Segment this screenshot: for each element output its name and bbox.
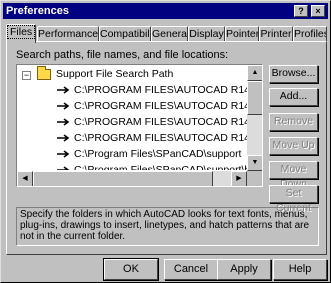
description-text: Specify the folders in which AutoCAD loo… <box>16 207 319 246</box>
close-title-button[interactable]: × <box>311 5 325 17</box>
arrow-right-icon <box>57 118 70 126</box>
tree-root-row[interactable]: − Support File Search Path <box>18 66 247 82</box>
tab-printer[interactable]: Printer <box>259 26 293 42</box>
set-current-button[interactable]: Set Current <box>269 185 318 214</box>
tree-content: − Support File Search Path C:\PROGRAM FI… <box>18 66 247 170</box>
help-title-button[interactable]: ? <box>294 5 308 17</box>
folder-icon <box>37 66 51 80</box>
arrow-right-icon <box>57 150 70 158</box>
tree-path-row[interactable]: C:\Program Files\SPanCAD\support <box>18 146 247 162</box>
scroll-left-icon[interactable]: ◀ <box>17 171 33 186</box>
tab-performance[interactable]: Performance <box>37 26 99 42</box>
help-button[interactable]: Help <box>273 259 327 280</box>
horizontal-scroll-thumb[interactable] <box>33 171 213 186</box>
tree-path-label: C:\PROGRAM FILES\AUTOCAD R14\bonus\cad <box>74 132 247 144</box>
tab-display[interactable]: Display <box>188 26 225 42</box>
move-down-button[interactable]: Move Down <box>269 161 318 190</box>
browse-button[interactable]: Browse... <box>269 65 318 83</box>
preferences-window: Preferences ? × Files Performance Compat… <box>0 0 331 283</box>
ok-button[interactable]: OK <box>103 258 159 281</box>
window-title: Preferences <box>6 5 69 17</box>
move-up-button[interactable]: Move Up <box>269 137 318 155</box>
title-bar: Preferences ? × <box>3 3 328 19</box>
tree-path-row[interactable]: C:\PROGRAM FILES\AUTOCAD R14\bonus\cad <box>18 130 247 146</box>
tab-pointer[interactable]: Pointer <box>225 26 259 42</box>
cancel-button[interactable]: Cancel <box>164 259 218 280</box>
tab-general[interactable]: General <box>151 26 188 42</box>
arrow-right-icon <box>57 166 70 170</box>
vertical-scroll-thumb[interactable] <box>247 81 262 115</box>
scroll-right-icon[interactable]: ▶ <box>231 171 247 186</box>
tab-profiles[interactable]: Profiles <box>293 26 327 42</box>
horizontal-scrollbar[interactable]: ◀ ▶ <box>17 171 247 186</box>
scrollbar-corner <box>247 171 262 186</box>
arrow-right-icon <box>57 102 70 110</box>
tree-path-row[interactable]: C:\PROGRAM FILES\AUTOCAD R14\fonts <box>18 98 247 114</box>
apply-button[interactable]: Apply <box>217 259 271 280</box>
scroll-down-icon[interactable]: ▼ <box>247 155 262 171</box>
tab-compatibility[interactable]: Compatibility <box>99 26 151 42</box>
tab-strip: Files Performance Compatibility General … <box>6 24 328 43</box>
add-button[interactable]: Add... <box>269 88 318 106</box>
scroll-up-icon[interactable]: ▲ <box>247 65 262 81</box>
tree-path-label: C:\Program Files\SPanCAD\support <box>74 148 242 160</box>
section-label: Search paths, file names, and file locat… <box>16 49 229 61</box>
collapse-icon[interactable]: − <box>22 71 31 80</box>
arrow-right-icon <box>57 134 70 142</box>
tree-path-label: C:\PROGRAM FILES\AUTOCAD R14\support <box>74 84 247 96</box>
vertical-scrollbar[interactable]: ▲ ▼ <box>247 65 262 171</box>
tree-root-label: Support File Search Path <box>56 68 174 80</box>
tab-files[interactable]: Files <box>6 24 36 43</box>
tree-path-row[interactable]: C:\PROGRAM FILES\AUTOCAD R14\help <box>18 114 247 130</box>
tree-path-label: C:\PROGRAM FILES\AUTOCAD R14\help <box>74 116 247 128</box>
tree-path-row[interactable]: C:\Program Files\SPanCAD\support\blocks <box>18 162 247 170</box>
tree-path-label: C:\PROGRAM FILES\AUTOCAD R14\fonts <box>74 100 247 112</box>
tree-path-row[interactable]: C:\PROGRAM FILES\AUTOCAD R14\support <box>18 82 247 98</box>
search-path-tree[interactable]: − Support File Search Path C:\PROGRAM FI… <box>16 64 263 187</box>
arrow-right-icon <box>57 86 70 94</box>
tree-path-label: C:\Program Files\SPanCAD\support\blocks <box>74 164 247 170</box>
remove-button[interactable]: Remove <box>269 113 318 131</box>
